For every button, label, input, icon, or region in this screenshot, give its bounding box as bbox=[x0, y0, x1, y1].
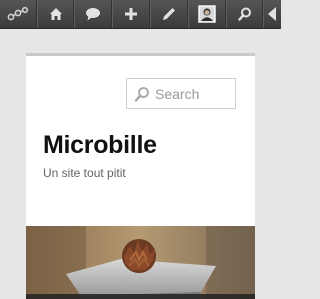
search-button[interactable] bbox=[226, 0, 263, 28]
admin-bar bbox=[0, 0, 281, 29]
wordpress-logo-icon bbox=[7, 7, 29, 21]
search-field[interactable]: Search bbox=[126, 78, 236, 109]
user-account-button[interactable] bbox=[188, 0, 226, 28]
search-icon bbox=[134, 86, 150, 102]
site-title[interactable]: Microbille bbox=[43, 130, 157, 160]
wordpress-menu-button[interactable] bbox=[0, 0, 37, 28]
search-icon bbox=[237, 7, 252, 21]
comment-bubble-icon bbox=[85, 7, 101, 21]
collapse-arrow-icon bbox=[268, 7, 277, 21]
new-content-button[interactable] bbox=[112, 0, 150, 28]
site-page: Search Microbille Un site tout pitit bbox=[26, 53, 255, 299]
plus-icon bbox=[125, 8, 137, 20]
pencil-icon bbox=[162, 7, 176, 21]
collapse-menu-button[interactable] bbox=[263, 0, 281, 28]
comments-button[interactable] bbox=[74, 0, 112, 28]
site-description: Un site tout pitit bbox=[43, 166, 126, 180]
search-placeholder: Search bbox=[155, 86, 200, 102]
home-button[interactable] bbox=[37, 0, 74, 28]
edit-button[interactable] bbox=[150, 0, 188, 28]
user-avatar bbox=[198, 5, 216, 23]
home-icon bbox=[49, 7, 63, 21]
header-image bbox=[26, 226, 255, 299]
